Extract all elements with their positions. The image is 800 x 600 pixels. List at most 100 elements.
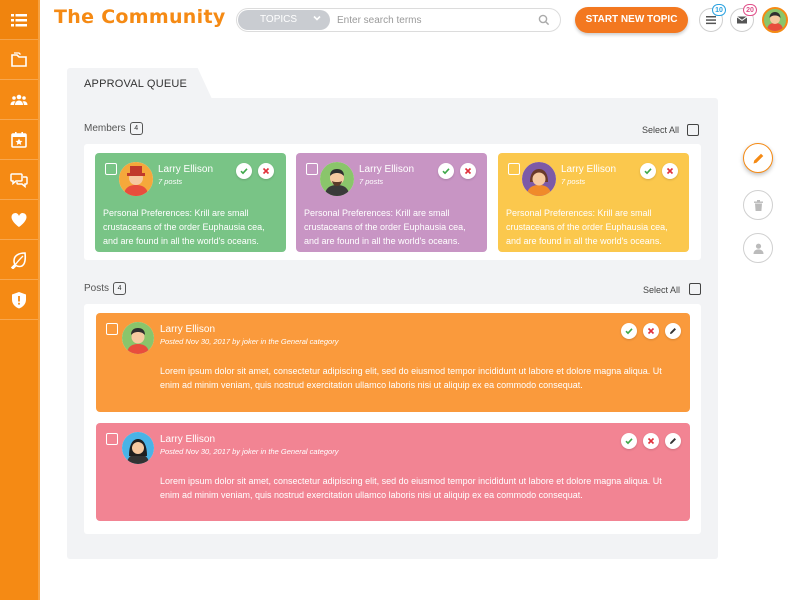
member-card: Larry Ellison 7 posts Personal Preferenc… xyxy=(296,153,487,252)
avatar xyxy=(122,432,154,464)
search-icon[interactable] xyxy=(538,14,550,26)
avatar-image xyxy=(764,9,786,31)
check-icon xyxy=(644,168,652,175)
member-name[interactable]: Larry Ellison xyxy=(359,164,414,175)
post-card: Larry Ellison Posted Nov 30, 2017 by jok… xyxy=(96,423,690,521)
members-select-all-checkbox[interactable] xyxy=(687,124,699,136)
edit-button[interactable] xyxy=(665,323,681,339)
post-meta: Posted Nov 30, 2017 by joker in the Gene… xyxy=(160,447,339,456)
sidebar-item-favorites[interactable] xyxy=(0,200,38,240)
user-fab-button[interactable] xyxy=(743,233,773,263)
user-avatar[interactable] xyxy=(762,7,788,33)
tab-approval-queue-label: APPROVAL QUEUE xyxy=(84,78,188,90)
post-card: Larry Ellison Posted Nov 30, 2017 by jok… xyxy=(96,313,690,412)
post-body: Lorem ipsum dolor sit amet, consectetur … xyxy=(160,366,662,390)
posts-section-title: Posts 4 xyxy=(84,282,127,295)
group-icon xyxy=(10,94,28,105)
check-icon xyxy=(625,328,633,335)
member-name[interactable]: Larry Ellison xyxy=(158,164,213,175)
sidebar-item-moderation[interactable] xyxy=(0,280,38,320)
post-checkbox[interactable] xyxy=(106,323,118,335)
reject-button[interactable] xyxy=(643,433,659,449)
close-icon xyxy=(464,167,472,175)
members-section-title: Members 4 xyxy=(84,122,143,135)
approve-button[interactable] xyxy=(621,323,637,339)
sidebar-item-groups[interactable] xyxy=(0,80,38,120)
edit-button[interactable] xyxy=(665,433,681,449)
sidebar-divider xyxy=(38,0,40,600)
reject-button[interactable] xyxy=(662,163,678,179)
close-icon xyxy=(647,437,655,445)
member-card: Larry Ellison 7 posts Personal Preferenc… xyxy=(498,153,689,252)
search-category-select[interactable]: TOPICS xyxy=(238,10,330,30)
approve-button[interactable] xyxy=(438,163,454,179)
tab-curve xyxy=(190,68,212,99)
reject-button[interactable] xyxy=(460,163,476,179)
check-icon xyxy=(625,438,633,445)
leaf-icon xyxy=(10,251,27,269)
members-count-badge: 4 xyxy=(129,122,143,135)
member-name[interactable]: Larry Ellison xyxy=(561,164,616,175)
chat-bubbles-icon xyxy=(10,172,28,188)
sidebar-item-menu[interactable] xyxy=(0,0,38,40)
member-checkbox[interactable] xyxy=(508,163,520,175)
members-title: Members xyxy=(84,123,126,135)
start-new-topic-button[interactable]: START NEW TOPIC xyxy=(575,7,688,33)
posts-select-all-checkbox[interactable] xyxy=(689,283,701,295)
shield-icon xyxy=(12,291,26,308)
posts-select-all-label: Select All xyxy=(643,285,681,295)
pencil-icon xyxy=(753,153,763,163)
member-description: Personal Preferences: Krill are small cr… xyxy=(103,208,265,246)
calendar-star-icon xyxy=(11,131,27,148)
heart-icon xyxy=(11,212,27,227)
sidebar xyxy=(0,0,38,600)
search-input[interactable] xyxy=(337,12,527,28)
member-checkbox[interactable] xyxy=(105,163,117,175)
post-author-name[interactable]: Larry Ellison xyxy=(160,324,215,335)
list-icon xyxy=(706,16,716,25)
avatar xyxy=(522,162,556,196)
pencil-icon xyxy=(670,438,676,444)
check-icon xyxy=(442,168,450,175)
post-checkbox[interactable] xyxy=(106,433,118,445)
reject-button[interactable] xyxy=(643,323,659,339)
search-bar: TOPICS xyxy=(236,8,561,32)
trash-icon xyxy=(753,199,763,211)
app-logo[interactable]: The Community xyxy=(54,6,226,28)
header: The Community TOPICS START NEW TOPIC 10 … xyxy=(40,0,800,40)
delete-fab-button[interactable] xyxy=(743,190,773,220)
approve-button[interactable] xyxy=(640,163,656,179)
member-posts-count: 7 posts xyxy=(561,177,586,186)
members-select-all-label: Select All xyxy=(642,125,680,135)
chevron-down-icon xyxy=(313,15,321,21)
member-card: Larry Ellison 7 posts Personal Preferenc… xyxy=(95,153,286,252)
post-body: Lorem ipsum dolor sit amet, consectetur … xyxy=(160,476,662,500)
member-posts-count: 7 posts xyxy=(359,177,384,186)
folder-icon xyxy=(11,51,27,67)
sidebar-item-events[interactable] xyxy=(0,120,38,160)
close-icon xyxy=(262,167,270,175)
posts-count-badge: 4 xyxy=(113,282,127,295)
close-icon xyxy=(647,327,655,335)
edit-fab-button[interactable] xyxy=(743,143,773,173)
menu-icon xyxy=(11,13,27,26)
reject-button[interactable] xyxy=(258,163,274,179)
sidebar-item-eco[interactable] xyxy=(0,240,38,280)
messages-badge: 20 xyxy=(743,4,757,16)
envelope-icon xyxy=(736,16,748,24)
post-meta: Posted Nov 30, 2017 by joker in the Gene… xyxy=(160,337,339,346)
post-author-name[interactable]: Larry Ellison xyxy=(160,434,215,445)
notifications-button[interactable]: 10 xyxy=(699,4,726,32)
member-checkbox[interactable] xyxy=(306,163,318,175)
check-icon xyxy=(240,168,248,175)
member-description: Personal Preferences: Krill are small cr… xyxy=(304,208,466,246)
approve-button[interactable] xyxy=(621,433,637,449)
sidebar-item-folders[interactable] xyxy=(0,40,38,80)
notifications-badge: 10 xyxy=(712,4,726,16)
messages-button[interactable]: 20 xyxy=(730,4,757,32)
approve-button[interactable] xyxy=(236,163,252,179)
avatar xyxy=(122,322,154,354)
sidebar-item-discussions[interactable] xyxy=(0,160,38,200)
member-posts-count: 7 posts xyxy=(158,177,183,186)
posts-title: Posts xyxy=(84,283,110,295)
